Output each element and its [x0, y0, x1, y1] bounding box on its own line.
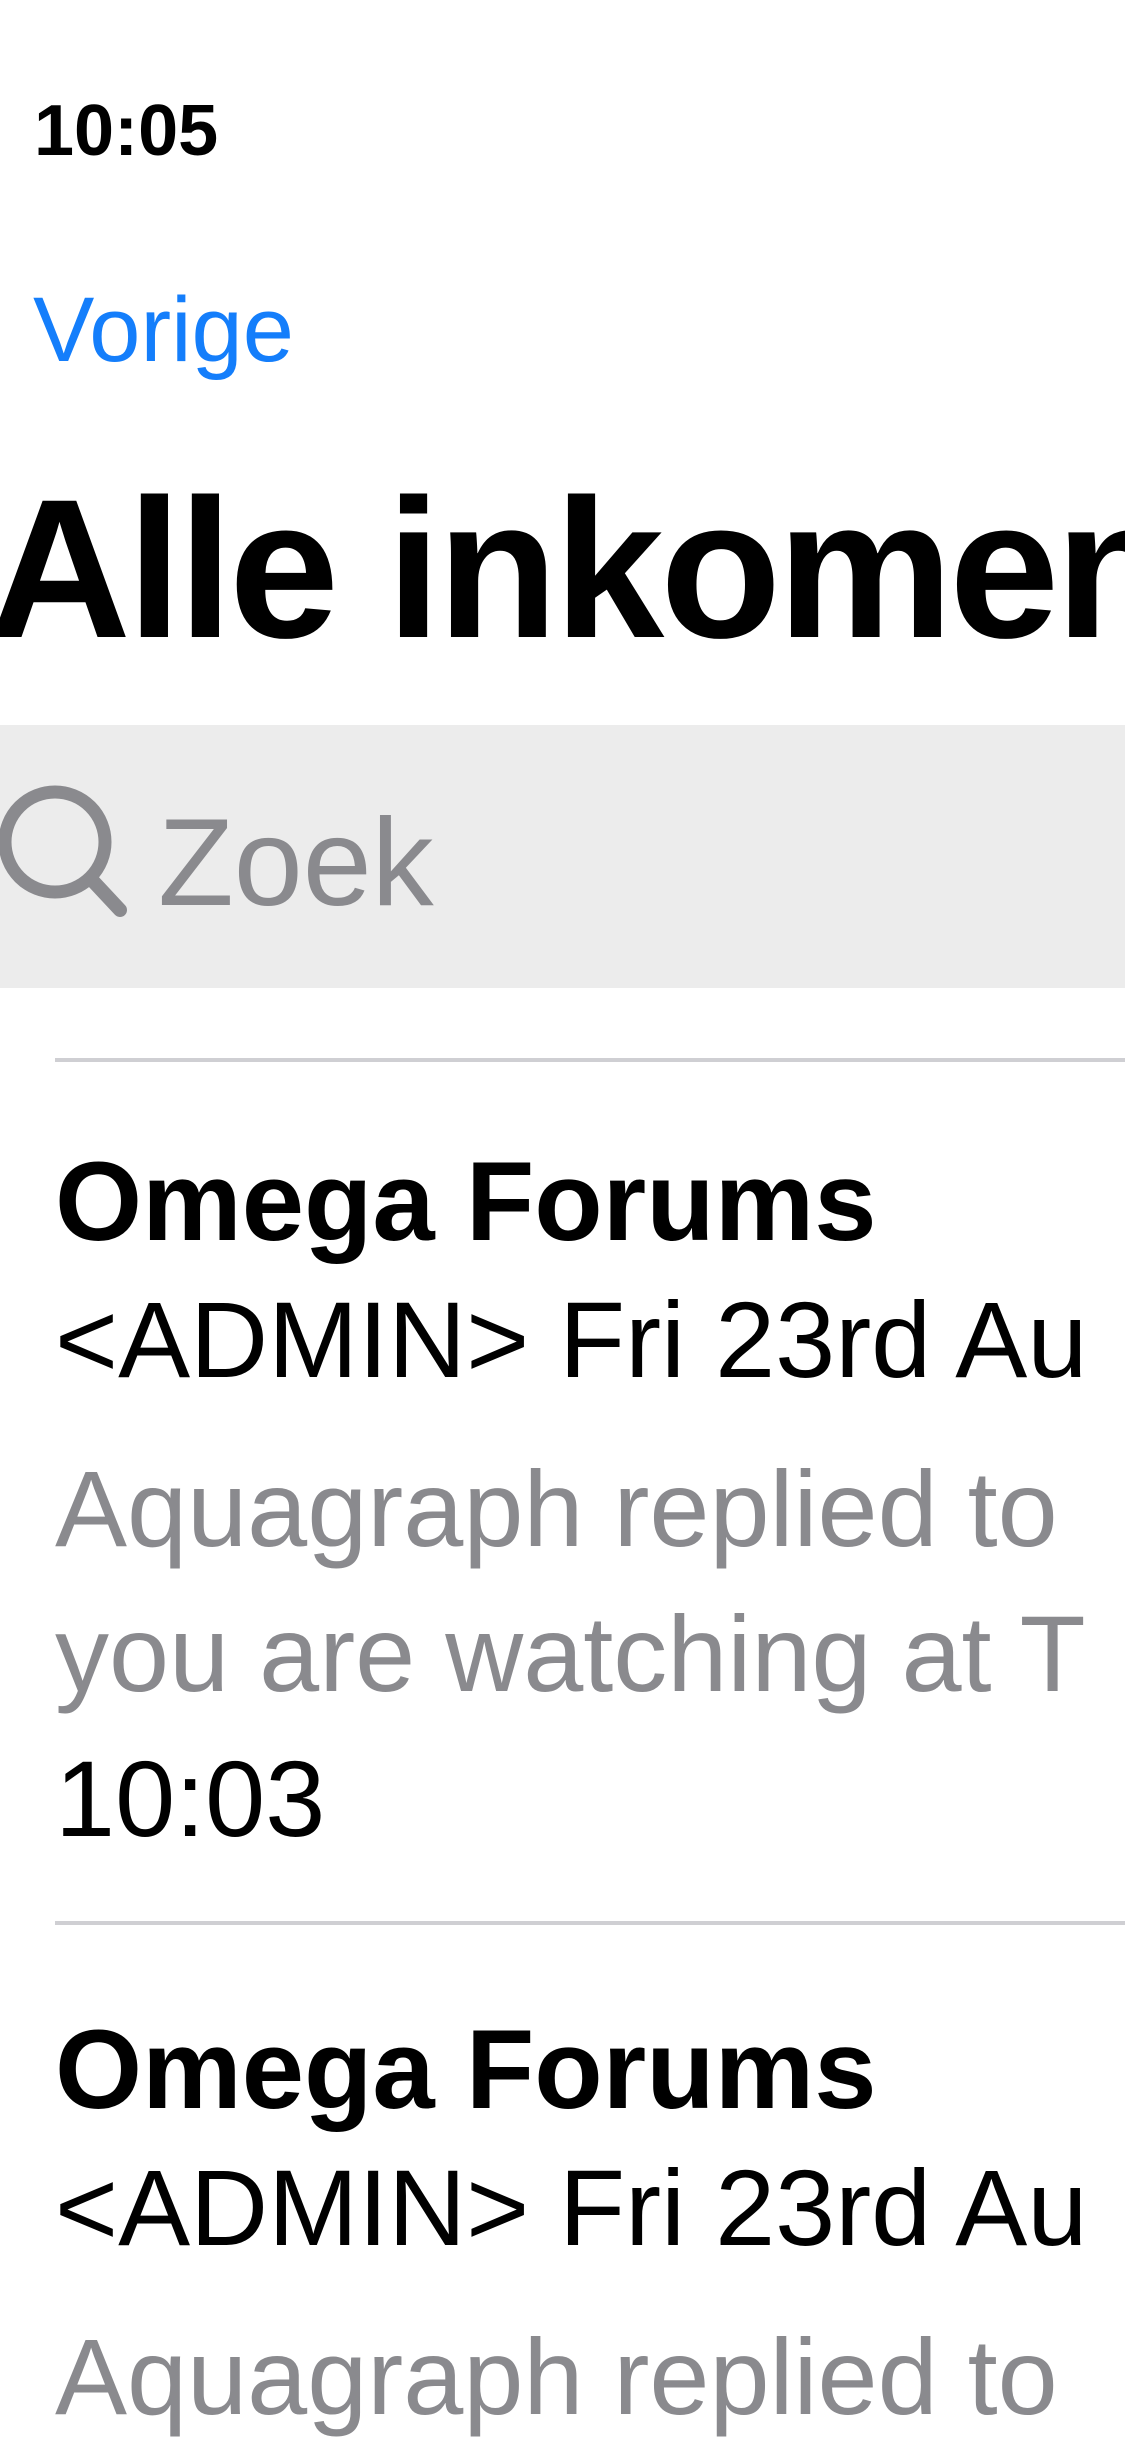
message-subject: <ADMIN> Fri 23rd Au [55, 1279, 1088, 1400]
message-row[interactable]: Omega Forums <ADMIN> Fri 23rd Au Aquagra… [55, 2014, 1125, 2449]
message-preview-line: Aquagraph replied to [55, 2316, 1058, 2437]
message-preview-line: Aquagraph replied to [55, 1448, 1058, 1569]
back-button[interactable]: Vorige [33, 284, 294, 376]
search-icon [0, 785, 127, 917]
search-bar[interactable]: Zoek [0, 725, 1125, 988]
search-input[interactable]: Zoek [158, 801, 434, 925]
message-sender: Omega Forums [55, 1139, 877, 1264]
status-bar-time: 10:05 [34, 91, 219, 171]
message-row[interactable]: Omega Forums <ADMIN> Fri 23rd Au Aquagra… [55, 1146, 1125, 1871]
message-time: 10:03 [55, 1738, 326, 1859]
page-title: Alle inkomen [0, 458, 1125, 679]
list-divider [55, 1921, 1125, 1925]
message-sender: Omega Forums [55, 2007, 877, 2132]
message-preview-line: you are watching at T [55, 1593, 1086, 1714]
list-divider [55, 1058, 1125, 1062]
message-subject: <ADMIN> Fri 23rd Au [55, 2147, 1088, 2268]
